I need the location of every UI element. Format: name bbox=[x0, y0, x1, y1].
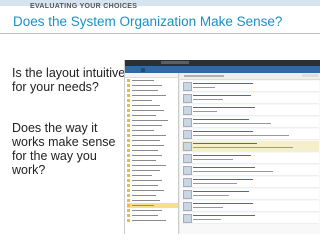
section-eyebrow: EVALUATING YOUR CHOICES bbox=[30, 3, 138, 10]
workspace-dropdown[interactable] bbox=[161, 61, 189, 64]
folder-item[interactable] bbox=[127, 218, 178, 223]
activity-item[interactable] bbox=[182, 117, 319, 128]
folder-icon bbox=[127, 209, 130, 212]
file-icon bbox=[183, 82, 192, 91]
stream-toolbar bbox=[180, 73, 320, 80]
folder-icon bbox=[127, 119, 130, 122]
folder-icon bbox=[127, 194, 130, 197]
app-nav-bar: ​​​​​​ ​​​​ ​​​​ ​​​ ​​​​ bbox=[125, 66, 320, 73]
folder-icon bbox=[127, 204, 130, 207]
folder-icon bbox=[127, 189, 130, 192]
activity-item[interactable] bbox=[182, 213, 319, 224]
folder-icon bbox=[127, 159, 130, 162]
folder-icon bbox=[127, 154, 130, 157]
folder-icon bbox=[127, 109, 130, 112]
slide-title: Does the System Organization Make Sense? bbox=[13, 14, 283, 29]
folder-icon bbox=[127, 164, 130, 167]
folder-icon bbox=[127, 129, 130, 132]
question-layout: Is the layout intuitive for your needs? bbox=[12, 66, 126, 94]
activity-item[interactable] bbox=[182, 177, 319, 188]
activity-item[interactable] bbox=[182, 189, 319, 200]
date-picker[interactable] bbox=[302, 74, 318, 77]
activity-item[interactable] bbox=[182, 165, 319, 176]
file-icon bbox=[183, 130, 192, 139]
file-icon bbox=[183, 154, 192, 163]
folder-icon bbox=[127, 94, 130, 97]
app-top-bar bbox=[125, 60, 320, 66]
file-icon bbox=[183, 178, 192, 187]
folder-icon bbox=[127, 214, 130, 217]
activity-item[interactable] bbox=[182, 81, 319, 92]
activity-item[interactable] bbox=[182, 93, 319, 104]
folder-icon bbox=[127, 134, 130, 137]
file-icon bbox=[183, 106, 192, 115]
activity-item[interactable] bbox=[182, 105, 319, 116]
folder-icon bbox=[127, 169, 130, 172]
folder-icon bbox=[127, 89, 130, 92]
folder-icon bbox=[127, 179, 130, 182]
folder-tree bbox=[125, 73, 179, 234]
activity-stream bbox=[180, 73, 320, 234]
nav-tab-active[interactable]: ​​​​ bbox=[141, 67, 145, 72]
file-icon bbox=[183, 202, 192, 211]
app-screenshot: ​​​​​​ ​​​​ ​​​​ ​​​ ​​​​ bbox=[124, 60, 320, 234]
file-icon bbox=[183, 142, 192, 151]
folder-icon bbox=[127, 84, 130, 87]
question-workflow: Does the way it works make sense for the… bbox=[12, 121, 116, 177]
folder-icon bbox=[127, 99, 130, 102]
folder-icon bbox=[127, 139, 130, 142]
activity-item[interactable] bbox=[182, 129, 319, 140]
folder-icon bbox=[127, 104, 130, 107]
folder-icon bbox=[127, 114, 130, 117]
folder-icon bbox=[127, 219, 130, 222]
folder-icon bbox=[127, 79, 130, 82]
folder-icon bbox=[127, 174, 130, 177]
folder-icon bbox=[127, 149, 130, 152]
folder-icon bbox=[127, 144, 130, 147]
folder-icon bbox=[127, 124, 130, 127]
file-icon bbox=[183, 190, 192, 199]
activity-item[interactable] bbox=[182, 201, 319, 212]
file-icon bbox=[183, 118, 192, 127]
file-icon bbox=[183, 166, 192, 175]
file-icon bbox=[183, 214, 192, 223]
folder-icon bbox=[127, 199, 130, 202]
folder-icon bbox=[127, 184, 130, 187]
activity-item-highlighted[interactable] bbox=[182, 141, 319, 152]
activity-item[interactable] bbox=[182, 153, 319, 164]
file-icon bbox=[183, 94, 192, 103]
title-divider bbox=[0, 33, 320, 34]
